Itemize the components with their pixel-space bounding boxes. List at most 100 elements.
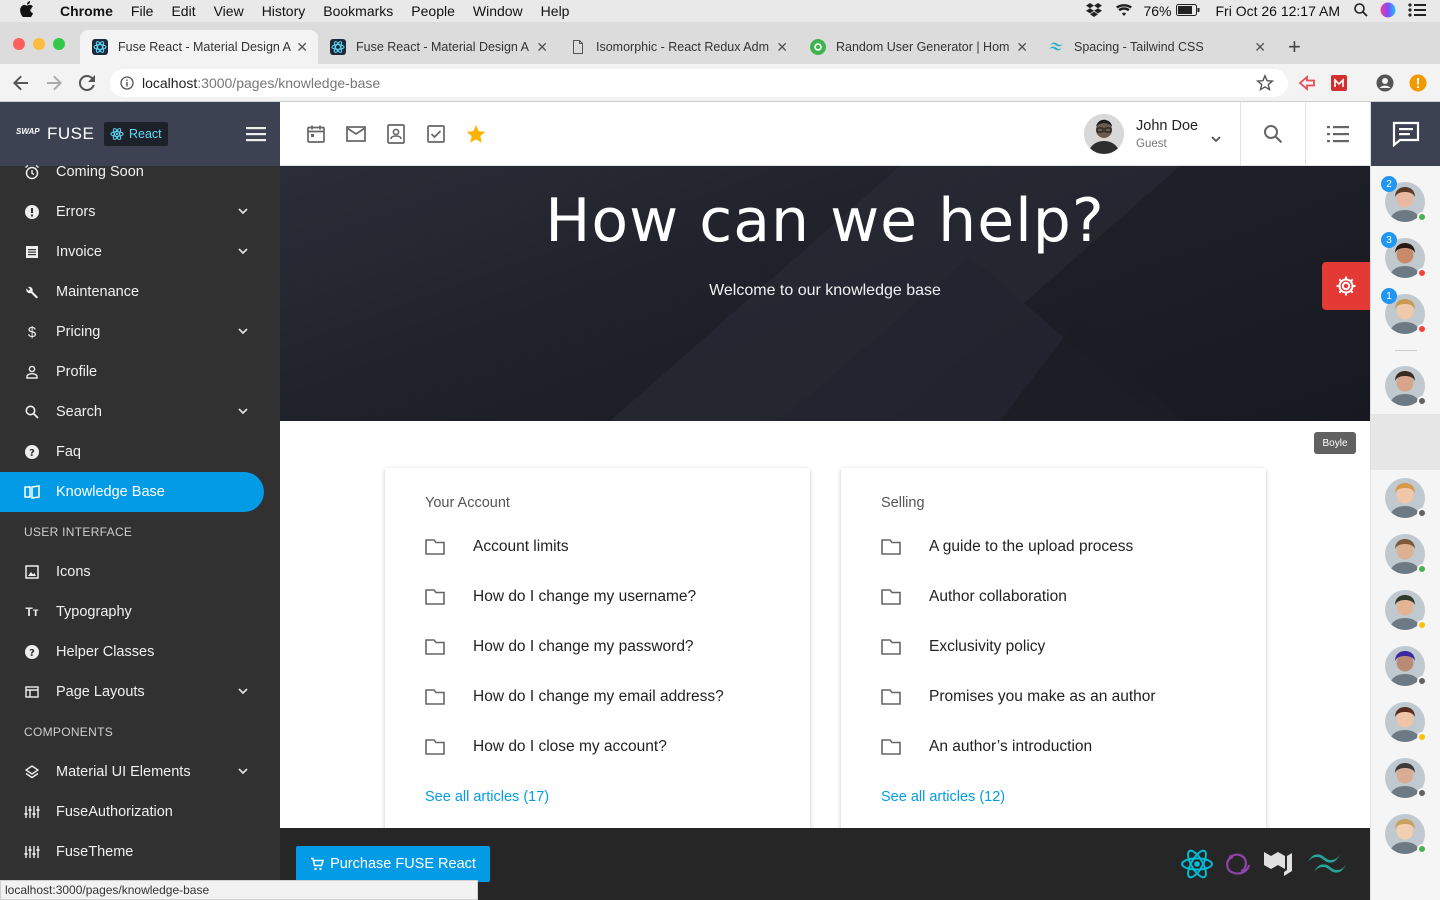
- menu-file[interactable]: File: [131, 3, 154, 19]
- purchase-button[interactable]: Purchase FUSE React: [296, 846, 490, 882]
- menu-toggle-icon[interactable]: [246, 126, 266, 147]
- sidebar-item-fuse-authorization[interactable]: FuseAuthorization: [0, 792, 264, 832]
- contact-avatar[interactable]: [1385, 758, 1427, 798]
- forward-icon[interactable]: [45, 74, 63, 97]
- article-link[interactable]: Exclusivity policy: [881, 632, 1045, 662]
- user-menu[interactable]: John Doe Guest: [1080, 102, 1240, 166]
- contact-avatar[interactable]: [1385, 590, 1427, 630]
- react-icon: [110, 127, 124, 141]
- contact-avatar[interactable]: 2: [1381, 176, 1427, 222]
- article-link[interactable]: A guide to the upload process: [881, 532, 1133, 562]
- browser-tab-4[interactable]: Random User Generator | Hom ✕: [798, 30, 1038, 64]
- sidebar-item-fuse-theme[interactable]: FuseTheme: [0, 832, 264, 872]
- article-link[interactable]: How do I change my password?: [425, 632, 694, 662]
- react-logo-icon[interactable]: [1180, 848, 1214, 885]
- sidebar-item-page-layouts[interactable]: Page Layouts: [0, 672, 264, 712]
- profile-icon[interactable]: [1376, 74, 1394, 97]
- clock[interactable]: Fri Oct 26 12:17 AM: [1216, 3, 1341, 19]
- tab-close-icon[interactable]: ✕: [776, 39, 788, 56]
- update-alert-icon[interactable]: [1409, 74, 1427, 97]
- battery-percent: 76%: [1143, 3, 1172, 19]
- search-icon[interactable]: [1263, 124, 1283, 149]
- sidebar-item-knowledge-base[interactable]: Knowledge Base: [0, 472, 264, 512]
- article-link[interactable]: Author collaboration: [881, 582, 1067, 612]
- chat-panel-header[interactable]: [1371, 102, 1440, 166]
- apple-icon[interactable]: [20, 1, 34, 21]
- window-zoom-button[interactable]: [53, 38, 65, 50]
- wifi-icon[interactable]: [1115, 3, 1133, 20]
- menu-help[interactable]: Help: [541, 3, 570, 19]
- menu-chrome[interactable]: Chrome: [60, 3, 113, 19]
- notification-center-icon[interactable]: [1408, 2, 1426, 20]
- browser-tab-2[interactable]: Fuse React - Material Design A ✕: [318, 30, 558, 64]
- todo-icon[interactable]: [424, 122, 448, 146]
- contact-avatar[interactable]: 3: [1381, 232, 1427, 278]
- menu-bookmarks[interactable]: Bookmarks: [323, 3, 393, 19]
- contact-avatar[interactable]: 1: [1381, 288, 1427, 334]
- sidebar-item-profile[interactable]: Profile: [0, 352, 264, 392]
- extension-puzzle-icon[interactable]: [1330, 74, 1348, 97]
- folder-icon: [425, 689, 445, 705]
- redux-logo-icon[interactable]: [1222, 848, 1254, 885]
- tab-close-icon[interactable]: ✕: [1254, 39, 1266, 56]
- browser-tab-3[interactable]: Isomorphic - React Redux Adm ✕: [558, 30, 798, 64]
- bookmark-star-icon[interactable]: [1255, 74, 1275, 95]
- sidebar-item-pricing[interactable]: $ Pricing: [0, 312, 264, 352]
- sidebar-item-material-ui-elements[interactable]: Material UI Elements: [0, 752, 264, 792]
- sidebar-item-faq[interactable]: ? Faq: [0, 432, 264, 472]
- contact-avatar[interactable]: [1385, 646, 1427, 686]
- tab-close-icon[interactable]: ✕: [296, 39, 308, 56]
- sidebar-item-helper-classes[interactable]: ? Helper Classes: [0, 632, 264, 672]
- star-icon[interactable]: [464, 122, 488, 146]
- contacts-icon[interactable]: [384, 122, 408, 146]
- extension-arrow-icon[interactable]: [1298, 74, 1316, 97]
- theme-settings-button[interactable]: [1322, 262, 1370, 310]
- dropbox-icon[interactable]: [1085, 2, 1103, 21]
- sidebar-item-icons[interactable]: Icons: [0, 552, 264, 592]
- see-all-articles-link[interactable]: See all articles (17): [425, 789, 549, 805]
- mail-icon[interactable]: [344, 122, 368, 146]
- spotlight-icon[interactable]: [1354, 2, 1368, 20]
- sidebar-item-coming-soon[interactable]: Coming Soon: [0, 152, 264, 192]
- reload-icon[interactable]: [78, 74, 96, 97]
- menu-history[interactable]: History: [262, 3, 306, 19]
- browser-tab-5[interactable]: Spacing - Tailwind CSS ✕: [1036, 30, 1276, 64]
- window-close-button[interactable]: [13, 38, 25, 50]
- window-minimize-button[interactable]: [33, 38, 45, 50]
- back-icon[interactable]: [12, 74, 30, 97]
- article-link[interactable]: How do I change my email address?: [425, 682, 724, 712]
- menu-people[interactable]: People: [411, 3, 455, 19]
- menu-window[interactable]: Window: [473, 3, 523, 19]
- menu-view[interactable]: View: [214, 3, 244, 19]
- siri-icon[interactable]: [1380, 2, 1396, 21]
- see-all-articles-link[interactable]: See all articles (12): [881, 789, 1005, 805]
- sidebar-item-label: Search: [56, 404, 102, 420]
- sidebar-item-maintenance[interactable]: Maintenance: [0, 272, 264, 312]
- browser-tab-1[interactable]: Fuse React - Material Design A ✕: [80, 30, 318, 64]
- contact-avatar[interactable]: [1385, 478, 1427, 518]
- new-tab-button[interactable]: +: [1288, 34, 1301, 60]
- sidebar-item-typography[interactable]: Tт Typography: [0, 592, 264, 632]
- contact-avatar[interactable]: [1385, 702, 1427, 742]
- battery-icon[interactable]: [1175, 3, 1200, 19]
- sidebar-item-invoice[interactable]: Invoice: [0, 232, 264, 272]
- article-link[interactable]: Promises you make as an author: [881, 682, 1156, 712]
- sidebar-item-search[interactable]: Search: [0, 392, 264, 432]
- tailwind-logo-icon[interactable]: [1306, 850, 1348, 883]
- contact-avatar[interactable]: [1385, 366, 1427, 406]
- calendar-icon[interactable]: [304, 122, 328, 146]
- url-bar[interactable]: localhost:3000/pages/knowledge-base: [110, 69, 1288, 97]
- contact-avatar[interactable]: [1385, 534, 1427, 574]
- tab-close-icon[interactable]: ✕: [1016, 39, 1028, 56]
- quick-panel-list-icon[interactable]: [1327, 124, 1349, 149]
- info-icon[interactable]: [120, 76, 134, 93]
- article-link[interactable]: An author’s introduction: [881, 732, 1092, 762]
- menu-edit[interactable]: Edit: [171, 3, 195, 19]
- contact-avatar[interactable]: [1385, 814, 1427, 854]
- tab-close-icon[interactable]: ✕: [536, 39, 548, 56]
- sidebar-item-errors[interactable]: Errors: [0, 192, 264, 232]
- article-link[interactable]: How do I change my username?: [425, 582, 696, 612]
- article-link[interactable]: Account limits: [425, 532, 569, 562]
- article-link[interactable]: How do I close my account?: [425, 732, 667, 762]
- material-ui-logo-icon[interactable]: [1262, 848, 1296, 883]
